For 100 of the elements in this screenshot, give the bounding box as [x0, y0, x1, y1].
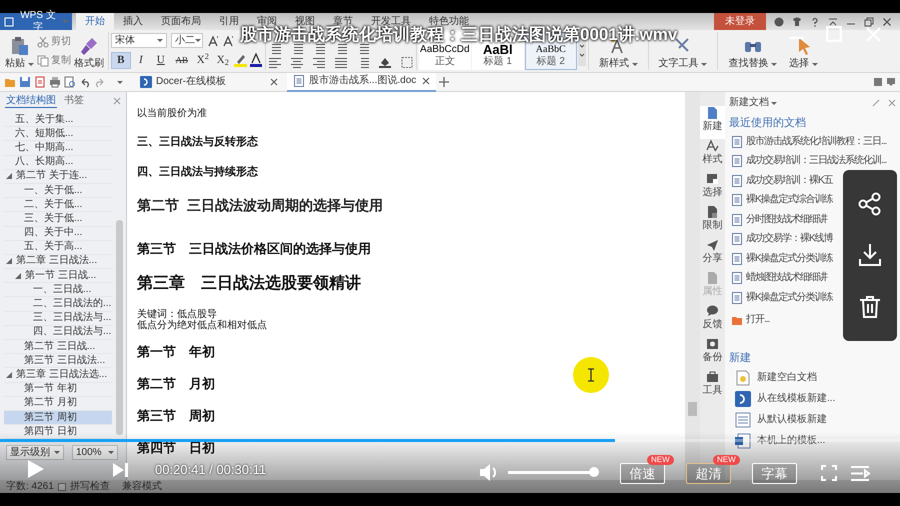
format-button[interactable]: AB [170, 52, 193, 69]
expanded-arrow-icon[interactable] [15, 272, 21, 279]
outline-item[interactable]: 第三节 周初 [4, 410, 112, 426]
paste-button[interactable]: 粘贴 [3, 32, 36, 70]
outline-item[interactable]: 第一节 三日战... [4, 269, 112, 284]
ribbon-tab[interactable]: 页面布局 [152, 13, 210, 30]
outline-item[interactable]: 六、短期低... [4, 127, 112, 142]
outline-item[interactable]: 第三章 三日战法选... [4, 368, 112, 383]
outline-item[interactable]: 二、关于低... [4, 198, 112, 212]
scrollbar-thumb[interactable] [116, 220, 123, 435]
format-button[interactable]: I [130, 52, 151, 69]
document-tab[interactable]: Docer-在线模板 [134, 72, 284, 92]
outline-item[interactable]: 第一节 年初 [4, 382, 112, 397]
outline-item[interactable]: 五、关于高... [4, 240, 112, 255]
grow-font-icon[interactable] [206, 34, 218, 48]
outline-item[interactable]: 一、三日战... [4, 283, 112, 298]
outline-item[interactable]: 四、关于中... [4, 226, 112, 241]
preview-icon[interactable] [64, 76, 76, 88]
highlighter-icon[interactable] [232, 53, 249, 68]
open-link[interactable]: 打开... [729, 310, 770, 330]
font-color-icon[interactable] [248, 53, 263, 68]
new-document-link[interactable]: 新建空白文档 [729, 367, 817, 388]
recent-document-link[interactable]: 裸K操盘定式分类训练 [729, 249, 833, 269]
align-left-icon[interactable] [268, 57, 282, 68]
cut-button[interactable]: 剪切 [36, 36, 71, 48]
player-option-button[interactable]: 超清 [686, 463, 731, 484]
scrollbar-thumb[interactable] [688, 402, 697, 416]
outline-item[interactable]: 第二节 关于连... [4, 170, 112, 184]
format-button[interactable]: X$^{2}$ [192, 52, 213, 69]
help-icon[interactable] [810, 16, 820, 26]
close-icon[interactable] [882, 16, 892, 26]
outline-item[interactable]: 四、三日战法与... [4, 326, 112, 340]
trash-icon[interactable] [858, 295, 882, 320]
outline-item[interactable]: 二、三日战法的... [4, 297, 112, 312]
painter-button[interactable]: 格式刷 [72, 32, 106, 70]
zoom-select[interactable]: 100% [72, 445, 118, 460]
new-document-link[interactable]: 从在线模板新建... [729, 388, 836, 410]
panel-icon[interactable] [873, 77, 883, 87]
font-size-select[interactable]: 小二 [170, 33, 203, 48]
side-panel-tab[interactable]: 限制 [700, 205, 725, 238]
ribbon-tab[interactable]: 插入 [114, 13, 152, 30]
outline-item[interactable]: 三、关于低... [4, 212, 112, 226]
recent-document-link[interactable]: 成功交易学：裸K线博 [729, 230, 833, 250]
expanded-arrow-icon[interactable] [6, 258, 12, 264]
format-button[interactable]: X$_{2}$ [212, 52, 233, 69]
outline-item[interactable]: 三、三日战法与... [4, 312, 112, 326]
menu-icon[interactable] [886, 77, 896, 87]
recent-document-link[interactable]: 股市游击战系统化培训教程：三日... [729, 132, 886, 152]
volume-icon[interactable] [480, 464, 499, 481]
shrink-font-icon[interactable] [222, 34, 233, 48]
recent-document-link[interactable]: 蜡烛图技战术细细讲 [729, 268, 827, 288]
expanded-arrow-icon[interactable] [6, 173, 12, 180]
justify-icon[interactable] [334, 57, 348, 68]
font-select[interactable]: 宋体 [110, 33, 167, 48]
pdf-icon[interactable] [34, 76, 46, 88]
format-button[interactable]: U [150, 52, 171, 69]
outline-item[interactable]: 八、长期高... [4, 156, 112, 170]
recent-document-link[interactable]: 成功交易培训：三日战法系统化训... [729, 152, 886, 172]
side-panel-tab[interactable]: 样式 [700, 139, 725, 172]
panel-tab[interactable]: 书签 [63, 95, 85, 107]
format-button[interactable]: B [110, 52, 131, 69]
recent-document-link[interactable]: 分时图技战术细细讲 [729, 210, 827, 230]
side-panel-tab[interactable]: 工具 [700, 370, 725, 403]
recent-document-link[interactable]: 裸K操盘定式分类训练 [729, 288, 833, 308]
expanded-arrow-icon[interactable] [6, 372, 12, 378]
recent-document-link[interactable]: 裸K操盘定式综合训练 [729, 190, 833, 210]
document-tab[interactable]: 股市游击战系...图说.doc [287, 72, 436, 92]
next-icon[interactable] [113, 463, 128, 477]
close-icon[interactable] [888, 99, 896, 107]
outline-item[interactable]: 第三节 三日战法... [4, 354, 112, 368]
pin-icon[interactable] [872, 99, 880, 107]
shading-icon[interactable] [378, 57, 392, 68]
side-panel-tab[interactable]: 分享 [700, 238, 725, 271]
fullscreen-icon[interactable] [821, 465, 837, 481]
select-tool-button[interactable]: 选择 [787, 32, 820, 70]
print-icon[interactable] [49, 76, 61, 88]
new-document-link[interactable]: 本机上的模板... [729, 430, 826, 452]
align-center-icon[interactable] [290, 57, 304, 68]
restore-icon[interactable] [864, 16, 874, 26]
collapse-ribbon-icon[interactable] [828, 16, 838, 26]
add-tab-icon[interactable] [439, 77, 450, 87]
download-icon[interactable] [858, 243, 882, 268]
panel-tab[interactable]: 文档结构图 [5, 94, 57, 108]
share-icon[interactable] [858, 192, 882, 216]
pane-title-menu[interactable]: 新建文档 [729, 97, 777, 109]
side-panel-tab[interactable]: 反馈 [700, 304, 725, 337]
ribbon-tab[interactable]: 开始 [76, 13, 114, 30]
border-icon[interactable] [400, 57, 414, 68]
outline-item[interactable]: 第二章 三日战法... [4, 254, 112, 270]
login-button[interactable]: 未登录 [714, 13, 766, 30]
outline-item[interactable]: 一、关于低... [4, 184, 112, 198]
globe-icon[interactable] [774, 16, 784, 26]
outline-item[interactable]: 第二节 三日战... [4, 340, 112, 354]
undo-icon[interactable] [79, 76, 91, 88]
side-panel-tab[interactable]: 选择 [700, 172, 725, 205]
save-icon[interactable] [19, 76, 31, 88]
find-tool-button[interactable]: 查找替换 [726, 32, 780, 70]
copy-button[interactable]: 复制 [36, 54, 71, 66]
outline-item[interactable]: 七、中期高... [4, 141, 112, 156]
side-panel-tab[interactable]: 新建 [700, 106, 725, 139]
